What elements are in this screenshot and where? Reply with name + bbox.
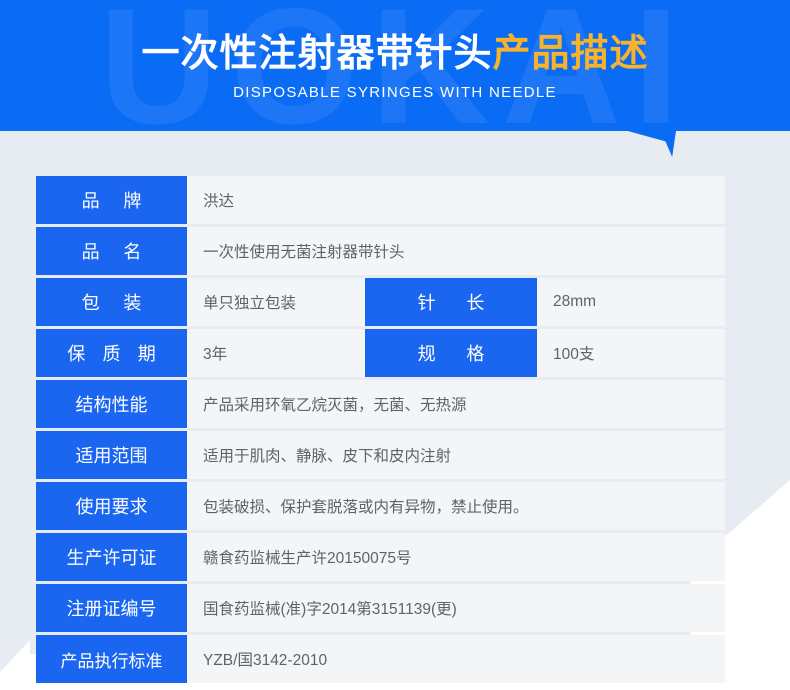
spec-label-structure-performance: 结构性能 (36, 380, 187, 428)
label-char: 期 (137, 344, 156, 364)
label-char: 品 (81, 191, 100, 211)
label-char: 牌 (123, 191, 142, 211)
table-row: 品名 一次性使用无菌注射器带针头 (36, 227, 725, 275)
spec-label-product-standard: 产品执行标准 (36, 635, 187, 683)
spec-label-brand: 品牌 (36, 176, 187, 224)
table-row: 结构性能 产品采用环氧乙烷灭菌，无菌、无热源 (36, 380, 725, 428)
label-char: 长 (466, 293, 485, 313)
spec-label-usage-requirements: 使用要求 (36, 482, 187, 530)
spec-label-specification: 规格 (365, 329, 537, 377)
label-char: 名 (123, 242, 142, 262)
spec-value-production-license: 赣食药监械生产许20150075号 (187, 533, 725, 581)
label-text: 使用要求 (75, 497, 148, 517)
table-row: 生产许可证 赣食药监械生产许20150075号 (36, 533, 725, 581)
spec-value-specification: 100支 (537, 329, 725, 377)
label-text: 产品执行标准 (60, 651, 163, 671)
label-char: 装 (123, 293, 142, 313)
label-char: 品 (81, 242, 100, 262)
label-char: 保 (67, 344, 86, 364)
spec-value-needle-length: 28mm (537, 278, 725, 326)
label-text: 结构性能 (75, 395, 148, 415)
spec-value-product-standard: YZB/国3142-2010 (187, 635, 725, 683)
spec-label-scope-of-application: 适用范围 (36, 431, 187, 479)
spec-value-shelf-life: 3年 (187, 329, 365, 377)
table-row: 使用要求 包装破损、保护套脱落或内有异物，禁止使用。 (36, 482, 725, 530)
spec-value-brand: 洪达 (187, 176, 725, 224)
table-row: 产品执行标准 YZB/国3142-2010 (36, 635, 725, 683)
page-title: 一次性注射器带针头产品描述 (141, 31, 648, 77)
page-banner: UOKAI 一次性注射器带针头产品描述 DISPOSABLE SYRINGES … (0, 0, 790, 131)
banner-content: 一次性注射器带针头产品描述 DISPOSABLE SYRINGES WITH N… (0, 0, 790, 131)
label-text: 生产许可证 (66, 548, 157, 568)
spec-label-needle-length: 针长 (365, 278, 537, 326)
label-text: 适用范围 (75, 446, 148, 466)
spec-value-usage-requirements: 包装破损、保护套脱落或内有异物，禁止使用。 (187, 482, 725, 530)
table-row: 品牌 洪达 (36, 176, 725, 224)
label-char: 格 (466, 344, 485, 364)
spec-value-registration-number: 国食药监械(准)字2014第3151139(更) (187, 584, 725, 632)
label-text: 注册证编号 (66, 599, 157, 619)
table-row: 适用范围 适用于肌肉、静脉、皮下和皮内注射 (36, 431, 725, 479)
table-row: 注册证编号 国食药监械(准)字2014第3151139(更) (36, 584, 725, 632)
label-char: 规 (417, 344, 436, 364)
page-title-main: 一次性注射器带针头 (141, 32, 493, 75)
page-title-accent: 产品描述 (492, 32, 649, 75)
specification-table: 品牌 洪达 品名 一次性使用无菌注射器带针头 包装 单只独立包装 针长 28mm (36, 176, 725, 683)
spec-value-product-name: 一次性使用无菌注射器带针头 (187, 227, 725, 275)
spec-value-structure-performance: 产品采用环氧乙烷灭菌，无菌、无热源 (187, 380, 725, 428)
table-row: 保质期 3年 规格 100支 (36, 329, 725, 377)
page-subtitle: DISPOSABLE SYRINGES WITH NEEDLE (233, 83, 557, 101)
spec-label-shelf-life: 保质期 (36, 329, 187, 377)
spec-value-packaging: 单只独立包装 (187, 278, 365, 326)
spec-label-packaging: 包装 (36, 278, 187, 326)
spec-label-product-name: 品名 (36, 227, 187, 275)
spec-value-scope-of-application: 适用于肌肉、静脉、皮下和皮内注射 (187, 431, 725, 479)
label-char: 包 (81, 293, 100, 313)
label-char: 质 (102, 344, 121, 364)
label-char: 针 (417, 293, 436, 313)
spec-label-registration-number: 注册证编号 (36, 584, 187, 632)
table-row: 包装 单只独立包装 针长 28mm (36, 278, 725, 326)
spec-label-production-license: 生产许可证 (36, 533, 187, 581)
product-description-page: UOKAI 一次性注射器带针头产品描述 DISPOSABLE SYRINGES … (0, 0, 790, 690)
